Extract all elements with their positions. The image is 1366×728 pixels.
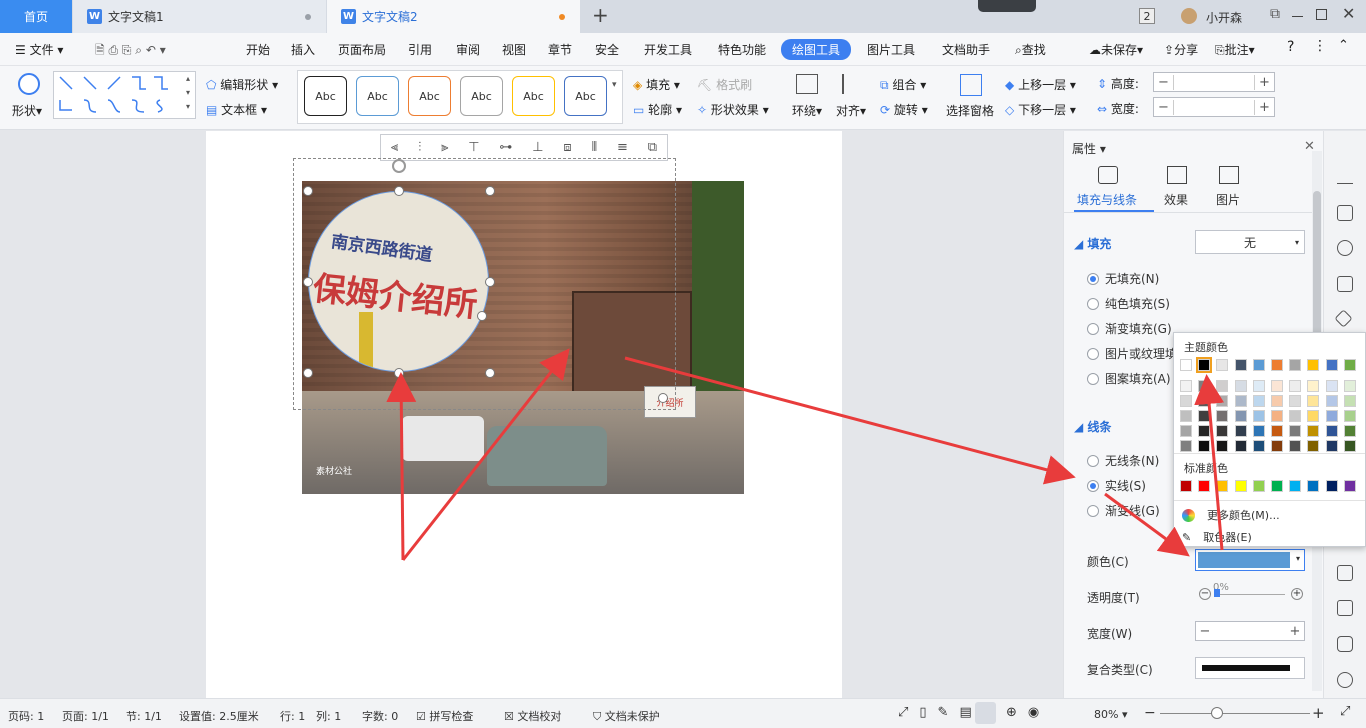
status-pages[interactable]: 页面: 1/1 [62, 708, 109, 724]
fullscreen-icon[interactable]: ⤢ [1340, 704, 1350, 719]
protect-button[interactable]: ⛉ 文档未保护 [593, 708, 660, 724]
proof-button[interactable]: ☒ 文档校对 [504, 708, 561, 724]
protect-label: 文档未保护 [604, 710, 660, 723]
zoom-in-icon[interactable]: + [1312, 704, 1325, 722]
status-bar: 页码: 1 页面: 1/1 节: 1/1 设置值: 2.5厘米 行: 1 列: … [0, 698, 1366, 728]
status-words[interactable]: 字数: 0 [362, 708, 398, 724]
spell-check-label: 拼写检查 [429, 710, 474, 723]
status-setting[interactable]: 设置值: 2.5厘米 [179, 708, 259, 724]
zoom-label: 80% [1094, 708, 1119, 721]
zoom-slider-thumb[interactable] [1211, 707, 1223, 719]
zoom-slider[interactable] [1160, 713, 1310, 714]
spell-check-button[interactable]: ☑ 拼写检查 [416, 708, 473, 724]
proof-label: 文档校对 [517, 710, 562, 723]
arrow-to-magnifier [386, 372, 417, 561]
status-col[interactable]: 列: 1 [316, 708, 341, 724]
status-section[interactable]: 节: 1/1 [126, 708, 162, 724]
arrow-to-black-swatch [1194, 374, 1225, 551]
arrow-to-solid-line [624, 356, 1076, 485]
status-row[interactable]: 行: 1 [280, 708, 305, 724]
arrow-to-connector [401, 348, 570, 561]
arrow-to-color-dropdown [1104, 492, 1190, 557]
active-view-highlight [975, 702, 996, 724]
annotation-arrows [386, 348, 1225, 561]
status-page-no[interactable]: 页码: 1 [8, 708, 44, 724]
zoom-dropdown[interactable]: 80% ▾ [1094, 708, 1127, 721]
zoom-out-icon[interactable]: − [1144, 705, 1156, 721]
